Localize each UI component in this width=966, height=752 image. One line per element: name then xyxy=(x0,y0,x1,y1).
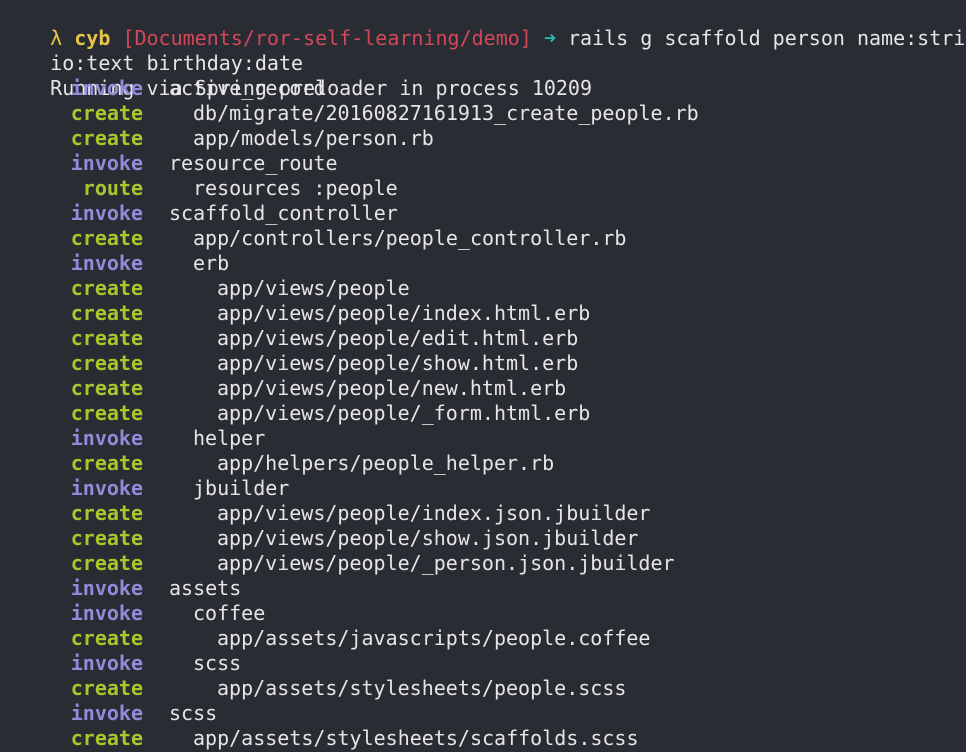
output-target: app/views/people/index.json.jbuilder xyxy=(217,501,651,525)
output-target: app/views/people/edit.html.erb xyxy=(217,326,579,350)
command-continuation: io:text birthday:date xyxy=(2,26,303,75)
output-line: invoke scaffold_controller xyxy=(0,201,966,226)
output-action-invoke: invoke xyxy=(70,476,143,500)
output-action-invoke: invoke xyxy=(70,426,143,450)
output-target: db/migrate/20160827161913_create_people.… xyxy=(193,101,699,125)
output-target: jbuilder xyxy=(193,476,290,500)
output-action-create: create xyxy=(70,501,143,525)
output-action-create: create xyxy=(70,551,143,575)
output-action-create: create xyxy=(70,276,143,300)
status-line: Running via Spring preloader in process … xyxy=(2,51,592,100)
output-action-create: create xyxy=(70,526,143,550)
output-target: scaffold_controller xyxy=(169,201,398,225)
output-line: create app/models/person.rb xyxy=(0,126,966,151)
output-target: app/assets/stylesheets/scaffolds.scss xyxy=(193,726,639,750)
output-target: helper xyxy=(193,426,266,450)
output-line: invoke helper xyxy=(0,426,966,451)
output-action-create: create xyxy=(70,101,143,125)
output-line: invoke scss xyxy=(0,701,966,726)
output-target: app/views/people/_person.json.jbuilder xyxy=(217,551,675,575)
output-action-create: create xyxy=(70,676,143,700)
output-target: app/views/people/index.html.erb xyxy=(217,301,591,325)
output-target: erb xyxy=(193,251,230,275)
output-action-create: create xyxy=(70,351,143,375)
prompt-line: λ cyb [Documents/ror-self-learning/demo]… xyxy=(2,1,966,50)
output-action-create: create xyxy=(70,376,143,400)
output-action-invoke: invoke xyxy=(70,576,143,600)
output-line: create db/migrate/20160827161913_create_p… xyxy=(0,101,966,126)
output-action-create: create xyxy=(70,226,143,250)
output-target: app/assets/javascripts/people.coffee xyxy=(217,626,651,650)
output-target: scss xyxy=(169,701,218,725)
output-action-create: create xyxy=(70,451,143,475)
output-line: create app/views/people xyxy=(0,276,966,301)
output-target: app/models/person.rb xyxy=(193,126,434,150)
prompt-arrow-icon: ➜ xyxy=(543,26,556,50)
output-target: app/assets/stylesheets/people.scss xyxy=(217,676,627,700)
output-line: create app/views/people/show.json.jbuilde… xyxy=(0,526,966,551)
output-line: invoke assets xyxy=(0,576,966,601)
output-line: create app/views/people/index.html.erb xyxy=(0,301,966,326)
output-line: invoke scss xyxy=(0,651,966,676)
output-action-create: create xyxy=(70,301,143,325)
output-line: route resources :people xyxy=(0,176,966,201)
output-action-invoke: invoke xyxy=(70,251,143,275)
output-line: create app/helpers/people_helper.rb xyxy=(0,451,966,476)
output-line: invoke resource_route xyxy=(0,151,966,176)
output-line: invoke erb xyxy=(0,251,966,276)
output-target: app/views/people/_form.html.erb xyxy=(217,401,591,425)
terminal-window[interactable]: λ cyb [Documents/ror-self-learning/demo]… xyxy=(0,0,966,752)
output-line: create app/assets/stylesheets/scaffolds.s… xyxy=(0,726,966,751)
output-line: create app/views/people/_person.json.jbui… xyxy=(0,551,966,576)
output-target: app/controllers/people_controller.rb xyxy=(193,226,627,250)
output-target: app/views/people/new.html.erb xyxy=(217,376,567,400)
output-target: app/views/people/show.html.erb xyxy=(217,351,579,375)
output-action-invoke: invoke xyxy=(70,76,143,100)
output-action-invoke: invoke xyxy=(70,651,143,675)
output-target: app/views/people/show.json.jbuilder xyxy=(217,526,639,550)
output-line: create app/views/people/edit.html.erb xyxy=(0,326,966,351)
output-line: invoke coffee xyxy=(0,601,966,626)
output-line: create app/controllers/people_controller.… xyxy=(0,226,966,251)
output-target: resource_route xyxy=(169,151,338,175)
output-target: active_record xyxy=(169,76,326,100)
output-action-create: create xyxy=(70,726,143,750)
output-action-create: create xyxy=(70,626,143,650)
output-line: create app/views/people/show.html.erb xyxy=(0,351,966,376)
output-action-create: create xyxy=(70,126,143,150)
output-line: create app/views/people/index.json.jbuild… xyxy=(0,501,966,526)
output-target: resources :people xyxy=(193,176,398,200)
output-action-create: create xyxy=(70,326,143,350)
output-action-invoke: invoke xyxy=(70,601,143,625)
command-text: rails g scaffold person name:string b xyxy=(567,26,966,50)
output-line: create app/assets/stylesheets/people.scss xyxy=(0,676,966,701)
output-target: app/helpers/people_helper.rb xyxy=(217,451,555,475)
output-target: app/views/people xyxy=(217,276,410,300)
output-line: create app/assets/javascripts/people.coff… xyxy=(0,626,966,651)
output-action-invoke: invoke xyxy=(70,201,143,225)
output-line: create app/views/people/_form.html.erb xyxy=(0,401,966,426)
output-action-create: create xyxy=(70,401,143,425)
output-action-invoke: invoke xyxy=(70,151,143,175)
output-target: scss xyxy=(193,651,242,675)
output-target: coffee xyxy=(193,601,266,625)
output-line: invoke active_record xyxy=(0,76,966,101)
output-action-route: route xyxy=(82,176,143,200)
output-line: invoke jbuilder xyxy=(0,476,966,501)
output-action-invoke: invoke xyxy=(70,701,143,725)
output-line: create app/views/people/new.html.erb xyxy=(0,376,966,401)
output-target: assets xyxy=(169,576,242,600)
